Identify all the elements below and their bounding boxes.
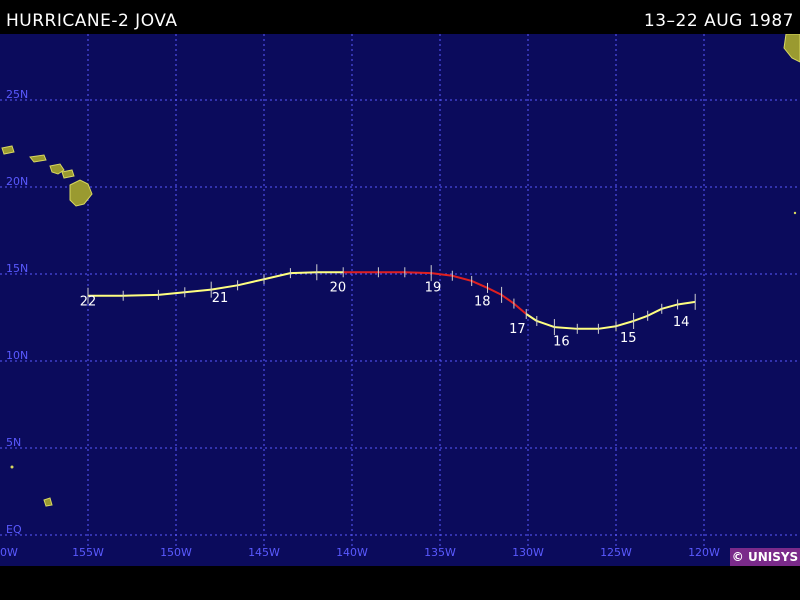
latitude-label: 25N: [6, 88, 28, 101]
latitude-label: 20N: [6, 175, 28, 188]
longitude-label: 140W: [336, 546, 368, 559]
longitude-label: 120W: [688, 546, 720, 559]
map-header: HURRICANE-2 JOVA 13–22 AUG 1987: [0, 0, 800, 34]
storm-title: HURRICANE-2 JOVA: [6, 11, 178, 31]
track-segment: [123, 293, 159, 297]
island-lanai: [61, 169, 75, 179]
storm-dates: 13–22 AUG 1987: [643, 11, 794, 31]
day-label: 16: [553, 334, 570, 349]
longitude-label: 155W: [72, 546, 104, 559]
latitude-label: 15N: [6, 262, 28, 275]
island-small-1: [43, 497, 53, 507]
day-label: 15: [620, 331, 637, 346]
island-small-2: [10, 465, 14, 469]
longitude-label: 125W: [600, 546, 632, 559]
day-label: 14: [673, 315, 690, 330]
longitude-label: 135W: [424, 546, 456, 559]
day-label: 21: [212, 291, 229, 306]
latitude-label: EQ: [6, 523, 22, 536]
day-label: 18: [474, 294, 491, 309]
day-label: 20: [330, 280, 347, 295]
ocean-background: [0, 34, 800, 566]
day-label: 17: [509, 322, 526, 337]
map-footer: [0, 566, 800, 600]
track-segment: [290, 271, 317, 275]
unisys-logo: © UNISYS: [730, 548, 800, 566]
day-label: 22: [80, 294, 97, 309]
day-label: 19: [425, 280, 442, 295]
island-small-3: [793, 211, 797, 215]
latitude-label: 5N: [6, 436, 21, 449]
island-oahu: [1, 145, 15, 155]
track-segment: [404, 271, 432, 275]
longitude-label: 130W: [512, 546, 544, 559]
latitude-label: 10N: [6, 349, 28, 362]
longitude-label: 0W: [0, 546, 18, 559]
longitude-label: 150W: [160, 546, 192, 559]
track-map: 22 21 20 19 18 17 16 15 14 25N 20N 15N 10N 5N EQ 0W 15…: [0, 34, 800, 566]
longitude-label: 145W: [248, 546, 280, 559]
